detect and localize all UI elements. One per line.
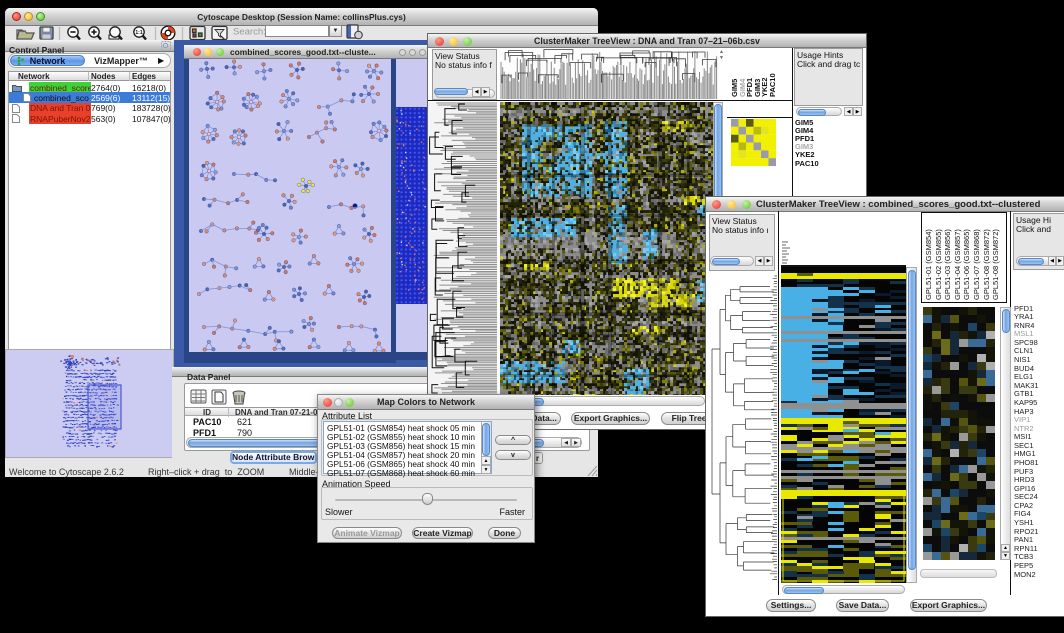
svg-text:1:1: 1:1	[135, 30, 142, 36]
svg-text:Search:: Search:	[233, 27, 266, 38]
